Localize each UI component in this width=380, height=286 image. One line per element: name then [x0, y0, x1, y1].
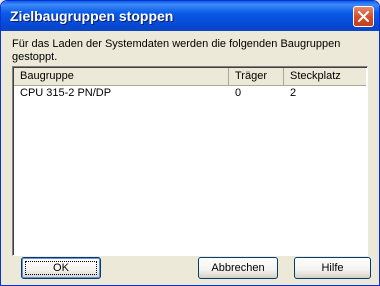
- cancel-button-label: Abbrechen: [211, 262, 265, 274]
- dialog-message: Für das Laden der Systemdaten werden die…: [12, 38, 341, 63]
- column-header-baugruppe[interactable]: Baugruppe: [14, 68, 229, 85]
- focus-rect: [25, 261, 97, 275]
- cancel-button[interactable]: Abbrechen: [198, 257, 278, 279]
- ok-button[interactable]: OK: [21, 257, 101, 279]
- close-icon: [358, 11, 369, 22]
- cell-traeger: 0: [235, 87, 242, 99]
- list-header: Baugruppe Träger Steckplatz: [14, 68, 366, 86]
- dialog-title: Zielbaugruppen stoppen: [10, 8, 174, 24]
- column-header-steckplatz[interactable]: Steckplatz: [284, 68, 368, 85]
- cell-baugruppe: CPU 315-2 PN/DP: [20, 87, 112, 99]
- close-button[interactable]: [353, 6, 374, 27]
- cell-steckplatz: 2: [290, 87, 297, 99]
- help-button[interactable]: Hilfe: [294, 257, 371, 279]
- table-row[interactable]: CPU 315-2 PN/DP 0 2: [14, 86, 366, 101]
- dialog-window: Zielbaugruppen stoppen Für das Laden der…: [0, 0, 380, 286]
- help-button-label: Hilfe: [321, 262, 344, 274]
- title-bar[interactable]: Zielbaugruppen stoppen: [1, 1, 379, 31]
- module-list[interactable]: Baugruppe Träger Steckplatz CPU 315-2 PN…: [12, 66, 368, 256]
- column-header-traeger[interactable]: Träger: [229, 68, 284, 85]
